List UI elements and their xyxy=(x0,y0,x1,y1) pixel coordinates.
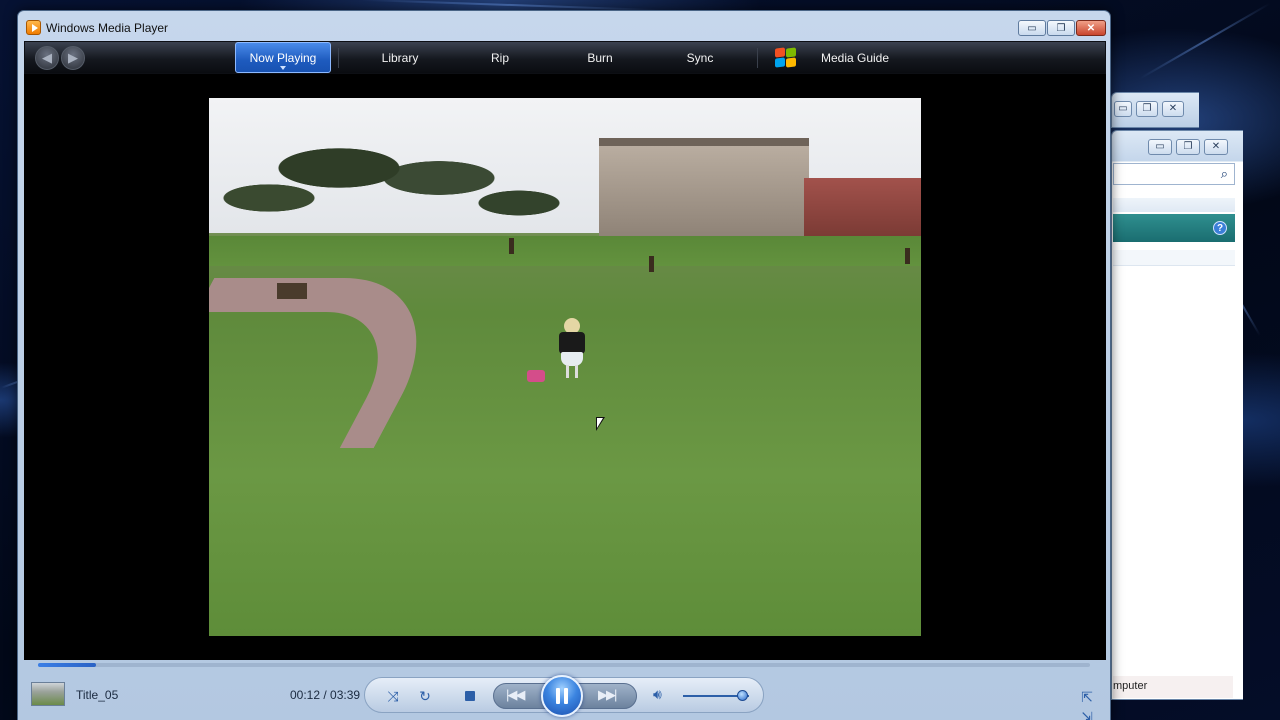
window-title: Windows Media Player xyxy=(46,21,169,35)
video-building xyxy=(599,146,809,236)
search-icon[interactable]: ⌕ xyxy=(1221,166,1228,182)
tab-burn[interactable]: Burn xyxy=(565,42,635,73)
tab-divider xyxy=(338,48,339,68)
tab-divider xyxy=(757,48,758,68)
stop-button[interactable] xyxy=(465,691,475,701)
mouse-cursor xyxy=(596,417,605,431)
minimize-button[interactable]: ▭ xyxy=(1018,20,1046,36)
search-input[interactable]: ⌕ xyxy=(1113,163,1235,185)
tab-label: Media Guide xyxy=(820,50,890,65)
tab-label: Now Playing xyxy=(249,50,317,65)
video-child xyxy=(554,318,590,378)
pause-button[interactable] xyxy=(541,675,583,717)
video-bench xyxy=(277,283,307,299)
forward-arrow-icon[interactable]: ▶ xyxy=(61,46,85,70)
back-arrow-icon[interactable]: ◀ xyxy=(35,46,59,70)
speaker-icon[interactable]: 🔊︎ xyxy=(653,686,662,703)
video-grass xyxy=(209,236,921,266)
minimize-button[interactable]: ▭ xyxy=(1148,139,1172,155)
windows-logo-icon xyxy=(775,47,797,68)
video-trees xyxy=(209,108,569,243)
title-bar[interactable]: Windows Media Player ▭ ❐ ✕ xyxy=(18,11,1110,43)
maximize-button[interactable]: ❐ xyxy=(1176,139,1200,155)
close-button[interactable]: ✕ xyxy=(1204,139,1228,155)
help-icon[interactable]: ? xyxy=(1213,221,1227,235)
switch-to-compact-icon[interactable]: ⇲ xyxy=(1079,709,1095,720)
tab-sync[interactable]: Sync xyxy=(665,42,735,73)
track-thumbnail[interactable] xyxy=(31,682,65,706)
repeat-icon[interactable]: ↻ xyxy=(415,686,435,706)
header-band: ? xyxy=(1113,214,1235,242)
tab-label: Burn xyxy=(587,50,613,65)
track-title: Title_05 xyxy=(76,688,119,702)
video-display[interactable] xyxy=(24,74,1106,660)
time-display[interactable]: 00:12 / 03:39 xyxy=(290,688,360,702)
video-frame[interactable] xyxy=(209,98,921,636)
media-player-icon xyxy=(26,20,41,35)
maximize-button[interactable]: ❐ xyxy=(1047,20,1075,36)
video-post xyxy=(509,238,514,254)
minimize-button[interactable]: ▭ xyxy=(1114,101,1132,117)
toolbar-band xyxy=(1113,198,1235,212)
status-text: mputer xyxy=(1113,676,1233,698)
navigation-bar: ◀ ▶ Now Playing Library Rip Burn Sync Me… xyxy=(24,41,1106,74)
tab-library[interactable]: Library xyxy=(355,42,445,73)
seek-bar[interactable] xyxy=(38,663,1090,667)
tab-media-guide[interactable]: Media Guide xyxy=(805,42,905,73)
volume-knob[interactable] xyxy=(737,690,749,701)
playback-controls: Title_05 00:12 / 03:39 ⤨ ↻ |◀◀ ▶▶| 🔊︎ ⇱ … xyxy=(18,669,1110,720)
close-button[interactable]: ✕ xyxy=(1162,101,1184,117)
transport-bar: ⤨ ↻ |◀◀ ▶▶| 🔊︎ xyxy=(364,675,764,717)
background-window-small[interactable]: ▭ ❐ ✕ xyxy=(1111,92,1199,128)
background-streak xyxy=(1139,2,1271,80)
video-basket xyxy=(527,370,545,382)
video-post xyxy=(905,248,910,264)
tab-label: Sync xyxy=(686,50,714,65)
tab-label: Library xyxy=(381,50,419,65)
next-icon[interactable]: ▶▶| xyxy=(598,687,617,703)
tab-rip[interactable]: Rip xyxy=(465,42,535,73)
close-button[interactable]: ✕ xyxy=(1076,20,1106,36)
seek-progress xyxy=(38,663,96,667)
tab-now-playing[interactable]: Now Playing xyxy=(235,42,331,73)
video-building-brick xyxy=(804,178,921,238)
tab-label: Rip xyxy=(490,50,509,65)
shuffle-icon[interactable]: ⤨ xyxy=(383,686,403,706)
maximize-button[interactable]: ❐ xyxy=(1136,101,1158,117)
list-row xyxy=(1113,250,1235,266)
previous-icon[interactable]: |◀◀ xyxy=(506,687,525,703)
media-player-window: Windows Media Player ▭ ❐ ✕ ◀ ▶ Now Playi… xyxy=(17,10,1111,720)
video-path xyxy=(209,278,465,448)
video-post xyxy=(649,256,654,272)
full-mode-icon[interactable]: ⇱ xyxy=(1079,689,1095,705)
